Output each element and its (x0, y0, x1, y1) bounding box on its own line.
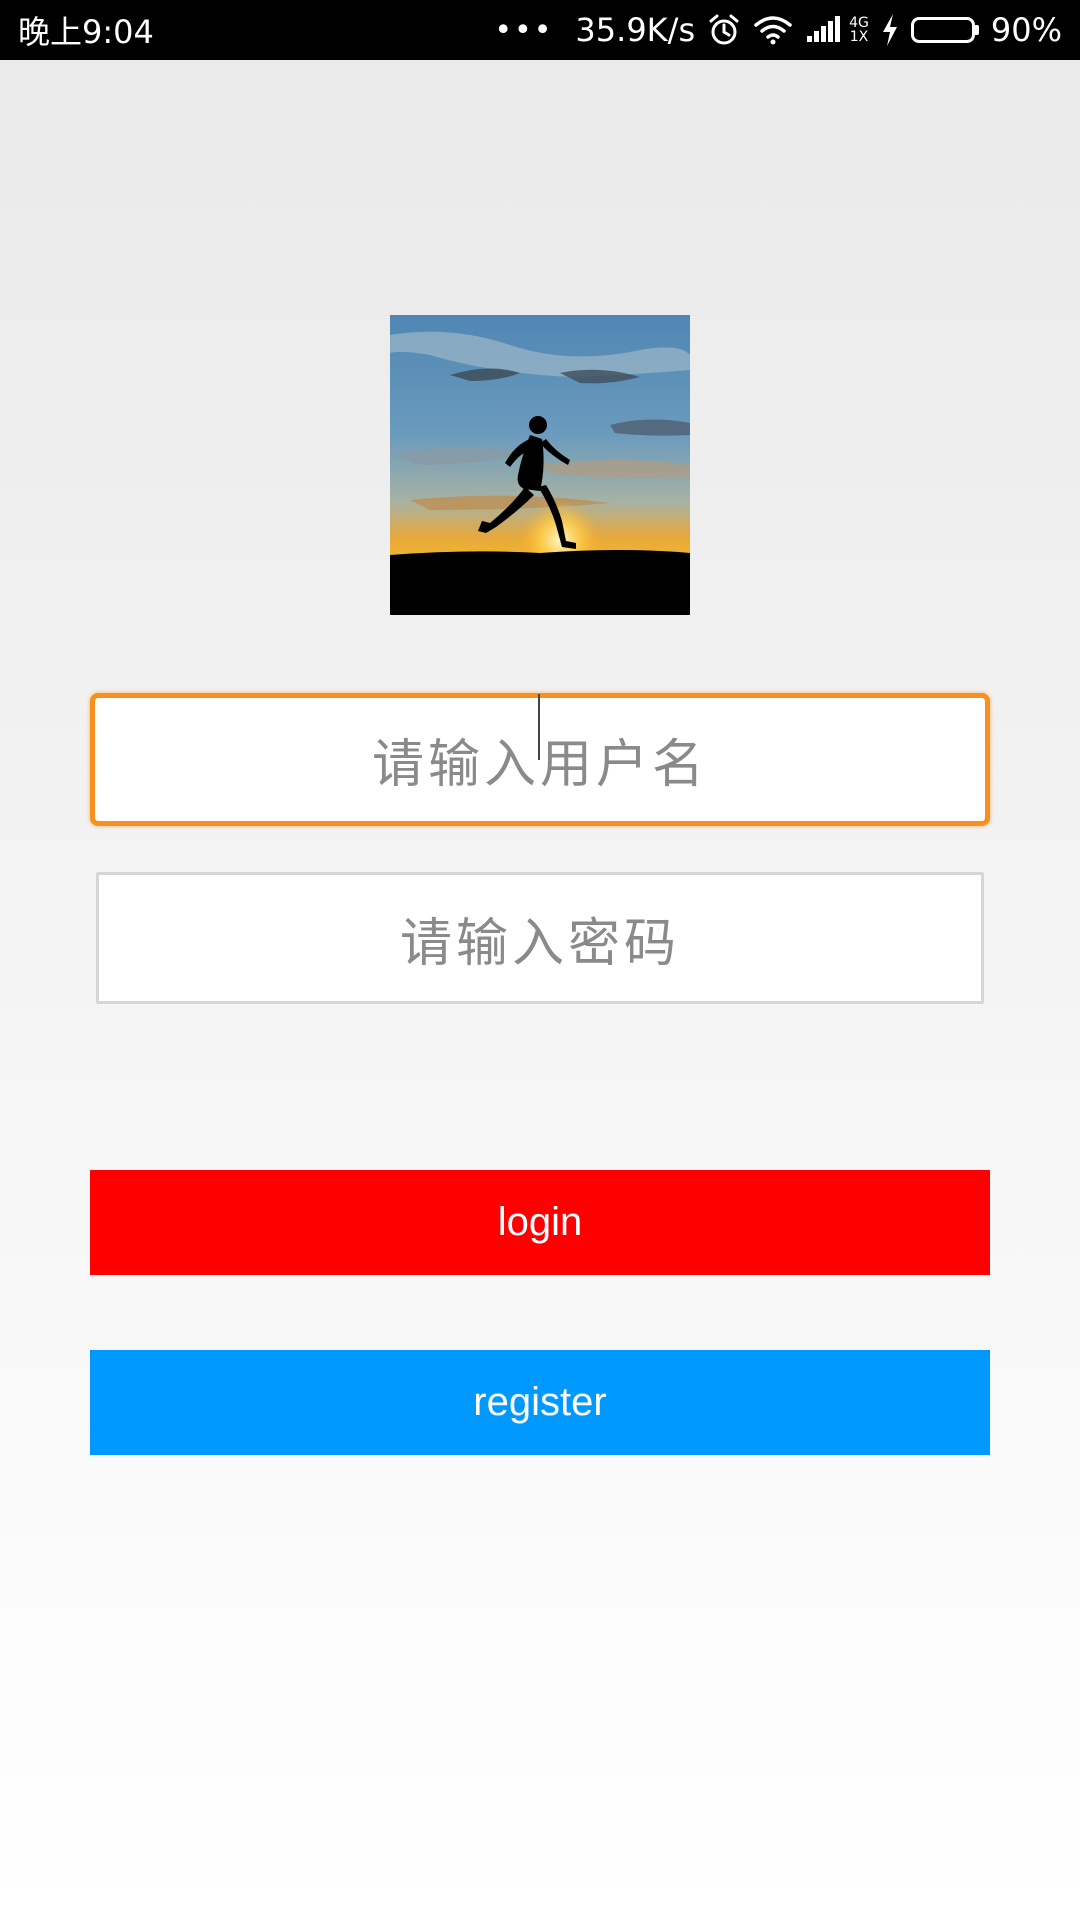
runner-sunset-image (390, 315, 690, 615)
username-input[interactable]: 请输入用户名 (90, 693, 990, 826)
wifi-icon (753, 14, 793, 46)
battery-percent: 90% (990, 11, 1062, 49)
signal-icon (805, 16, 841, 44)
password-placeholder: 请输入密码 (399, 913, 680, 974)
register-button[interactable]: register (90, 1350, 990, 1455)
alarm-icon (707, 13, 741, 47)
network-speed: 35.9K/s (575, 11, 696, 49)
login-button[interactable]: login (90, 1170, 990, 1275)
status-time: 晚上9:04 (18, 13, 154, 51)
network-type: 4G 1X (849, 15, 869, 45)
battery-icon (910, 17, 979, 43)
password-input[interactable]: 请输入密码 (96, 872, 984, 1004)
status-icons: ••• 35.9K/s 4G 1X 90% (494, 11, 1062, 49)
charging-icon (881, 14, 899, 46)
status-bar: 晚上9:04 ••• 35.9K/s 4G 1X 90% (0, 0, 1080, 60)
text-cursor (538, 694, 540, 760)
more-notifications-icon: ••• (494, 12, 554, 48)
